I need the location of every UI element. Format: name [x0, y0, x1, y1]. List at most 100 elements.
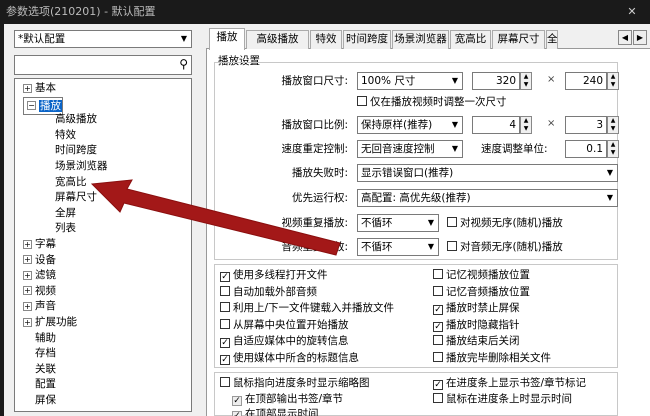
tree-search-input[interactable]: ⚲ — [14, 55, 192, 75]
tree-item-label: 列表 — [55, 222, 76, 235]
chevron-down-icon: ▼ — [451, 144, 459, 153]
checkbox-icon — [232, 396, 242, 406]
video-repeat-select[interactable]: 不循环 ▼ — [357, 214, 439, 232]
adjust-once-checkbox[interactable]: 仅在播放视频时调整一次尺寸 — [357, 95, 507, 109]
tree-item[interactable]: 高级播放 — [55, 112, 97, 127]
option-checkbox[interactable]: 利用上/下一文件键载入并播放文件 — [220, 301, 394, 315]
ratio-b-input[interactable]: 3 — [565, 116, 607, 134]
tree-item[interactable]: + 字幕 — [23, 237, 56, 252]
ratio-a-input[interactable]: 4 — [472, 116, 520, 134]
option-checkbox[interactable]: 自动加载外部音频 — [220, 285, 317, 299]
tree-item[interactable]: 关联 — [35, 362, 56, 377]
collapse-icon[interactable]: − — [27, 101, 36, 111]
height-spinner[interactable]: ▲ ▼ — [607, 72, 619, 90]
option-checkbox[interactable]: 播放时禁止屏保 — [433, 301, 520, 316]
option-label: 使用多线程打开文件 — [233, 269, 328, 281]
video-random-label: 对视频无序(随机)播放 — [460, 217, 563, 229]
speed-select[interactable]: 无回音速度控制 ▼ — [357, 140, 463, 158]
speed-unit-spinner[interactable]: ▲ ▼ — [607, 140, 619, 158]
tree-item[interactable]: 场景浏览器 — [55, 159, 108, 174]
tab-0[interactable]: 播放 — [209, 28, 245, 50]
settings-tree: + 基本 − 播放 高级播放 特效 时间跨度 场景浏览器 宽高比 屏幕尺寸 全屏 列表 + 字幕 + 设备 + 滤… — [14, 78, 192, 412]
window-title: 参数选项(210201) - 默认配置 — [6, 5, 156, 18]
tree-item[interactable]: + 视频 — [23, 284, 56, 299]
window-size-select[interactable]: 100% 尺寸 ▼ — [357, 72, 463, 90]
tab-7[interactable]: 全 — [546, 30, 558, 49]
tree-item[interactable]: 特效 — [55, 128, 76, 143]
tree-item[interactable]: + 声音 — [23, 299, 56, 314]
option-checkbox[interactable]: 使用媒体中所含的标题信息 — [220, 351, 359, 365]
chevron-down-icon: ▼ — [451, 76, 459, 85]
close-button[interactable]: ✕ — [614, 0, 650, 24]
checkbox-icon — [433, 305, 443, 316]
tab-2[interactable]: 特效 — [310, 30, 342, 49]
expand-icon[interactable]: + — [23, 83, 32, 93]
preset-select[interactable]: *默认配置 ▼ — [14, 30, 192, 48]
video-random-checkbox[interactable]: 对视频无序(随机)播放 — [447, 216, 563, 230]
tree-item-label: 全屏 — [55, 206, 76, 219]
width-input[interactable]: 320 — [472, 72, 520, 90]
mouse-time-checkbox[interactable]: 鼠标在进度条上时显示时间 — [433, 392, 572, 406]
thumbnail-checkbox[interactable]: 鼠标指向进度条时显示缩略图 — [220, 376, 370, 390]
checkbox-icon — [447, 217, 457, 227]
priority-value: 高配置: 高优先级(推荐) — [361, 192, 471, 204]
tree-item[interactable]: 配置 — [35, 377, 56, 392]
tab-4[interactable]: 场景浏览器 — [392, 30, 449, 49]
ratio-a-spinner[interactable]: ▲ ▼ — [520, 116, 532, 134]
tree-item-label: 配置 — [35, 378, 56, 391]
expand-icon[interactable]: + — [23, 286, 32, 296]
bookmark-checkbox[interactable]: 在进度条上显示书签/章节标记 — [433, 376, 586, 390]
audio-random-checkbox[interactable]: 对音频无序(随机)播放 — [447, 240, 563, 254]
tree-item[interactable]: 辅助 — [35, 331, 56, 346]
top-time-checkbox[interactable]: 在顶部显示时间 — [232, 407, 319, 416]
search-icon[interactable]: ⚲ — [179, 57, 188, 71]
width-spinner[interactable]: ▲ ▼ — [520, 72, 532, 90]
option-checkbox[interactable]: 从屏幕中央位置开始播放 — [220, 318, 349, 332]
tab-6[interactable]: 屏幕尺寸 — [492, 30, 545, 49]
option-checkbox[interactable]: 播放结束后关闭 — [433, 334, 520, 348]
checkbox-icon — [433, 335, 443, 346]
speed-unit-input[interactable]: 0.1 — [565, 140, 607, 158]
tree-item[interactable]: 屏保 — [35, 393, 56, 408]
option-label: 播放时隐藏指针 — [446, 318, 520, 331]
expand-icon[interactable]: + — [23, 270, 32, 280]
tree-item[interactable]: 存档 — [35, 346, 56, 361]
tree-item[interactable]: 列表 — [55, 221, 76, 236]
expand-icon[interactable]: + — [23, 239, 32, 249]
tab-scroll-right-icon[interactable]: ▶ — [633, 30, 647, 45]
option-checkbox[interactable]: 播放时隐藏指针 — [433, 318, 520, 332]
option-checkbox[interactable]: 播放完毕删除相关文件 — [433, 351, 551, 365]
option-label: 使用媒体中所含的标题信息 — [233, 352, 359, 364]
dropframe-label: 播放失败时: — [291, 167, 348, 179]
option-checkbox[interactable]: 自适应媒体中的旋转信息 — [220, 334, 349, 349]
dropframe-select[interactable]: 显示错误窗口(推荐) ▼ — [357, 164, 618, 182]
audio-repeat-select[interactable]: 不循环 ▼ — [357, 238, 439, 256]
tree-item[interactable]: + 设备 — [23, 253, 56, 268]
ratio-label: 播放窗口比例: — [281, 119, 348, 131]
option-checkbox[interactable]: 记忆音频播放位置 — [433, 285, 530, 299]
tree-item-label: 屏幕尺寸 — [55, 191, 97, 204]
priority-select[interactable]: 高配置: 高优先级(推荐) ▼ — [357, 189, 618, 207]
tab-scroll-left-icon[interactable]: ◀ — [618, 30, 632, 45]
tree-item[interactable]: 屏幕尺寸 — [55, 190, 97, 205]
ratio-b-spinner[interactable]: ▲ ▼ — [607, 116, 619, 134]
expand-icon[interactable]: + — [23, 255, 32, 265]
tree-item[interactable]: 宽高比 — [55, 175, 87, 190]
tab-3[interactable]: 时间跨度 — [343, 30, 391, 49]
tree-item[interactable]: + 滤镜 — [23, 268, 56, 283]
expand-icon[interactable]: + — [23, 317, 32, 327]
checkbox-icon — [447, 241, 457, 251]
ratio-select[interactable]: 保持原样(推荐) ▼ — [357, 116, 463, 134]
top-output-checkbox[interactable]: 在顶部输出书签/章节 — [232, 392, 343, 406]
tree-item[interactable]: 时间跨度 — [55, 143, 97, 158]
tab-1[interactable]: 高级播放 — [246, 30, 309, 49]
checkbox-icon — [220, 272, 230, 282]
expand-icon[interactable]: + — [23, 301, 32, 311]
height-input[interactable]: 240 — [565, 72, 607, 90]
tree-item[interactable]: 全屏 — [55, 206, 76, 221]
tree-item[interactable]: + 扩展功能 — [23, 315, 77, 330]
option-checkbox[interactable]: 使用多线程打开文件 — [220, 268, 328, 282]
tab-5[interactable]: 宽高比 — [450, 30, 491, 49]
option-checkbox[interactable]: 记忆视频播放位置 — [433, 268, 530, 282]
tree-item[interactable]: + 基本 — [23, 81, 56, 96]
